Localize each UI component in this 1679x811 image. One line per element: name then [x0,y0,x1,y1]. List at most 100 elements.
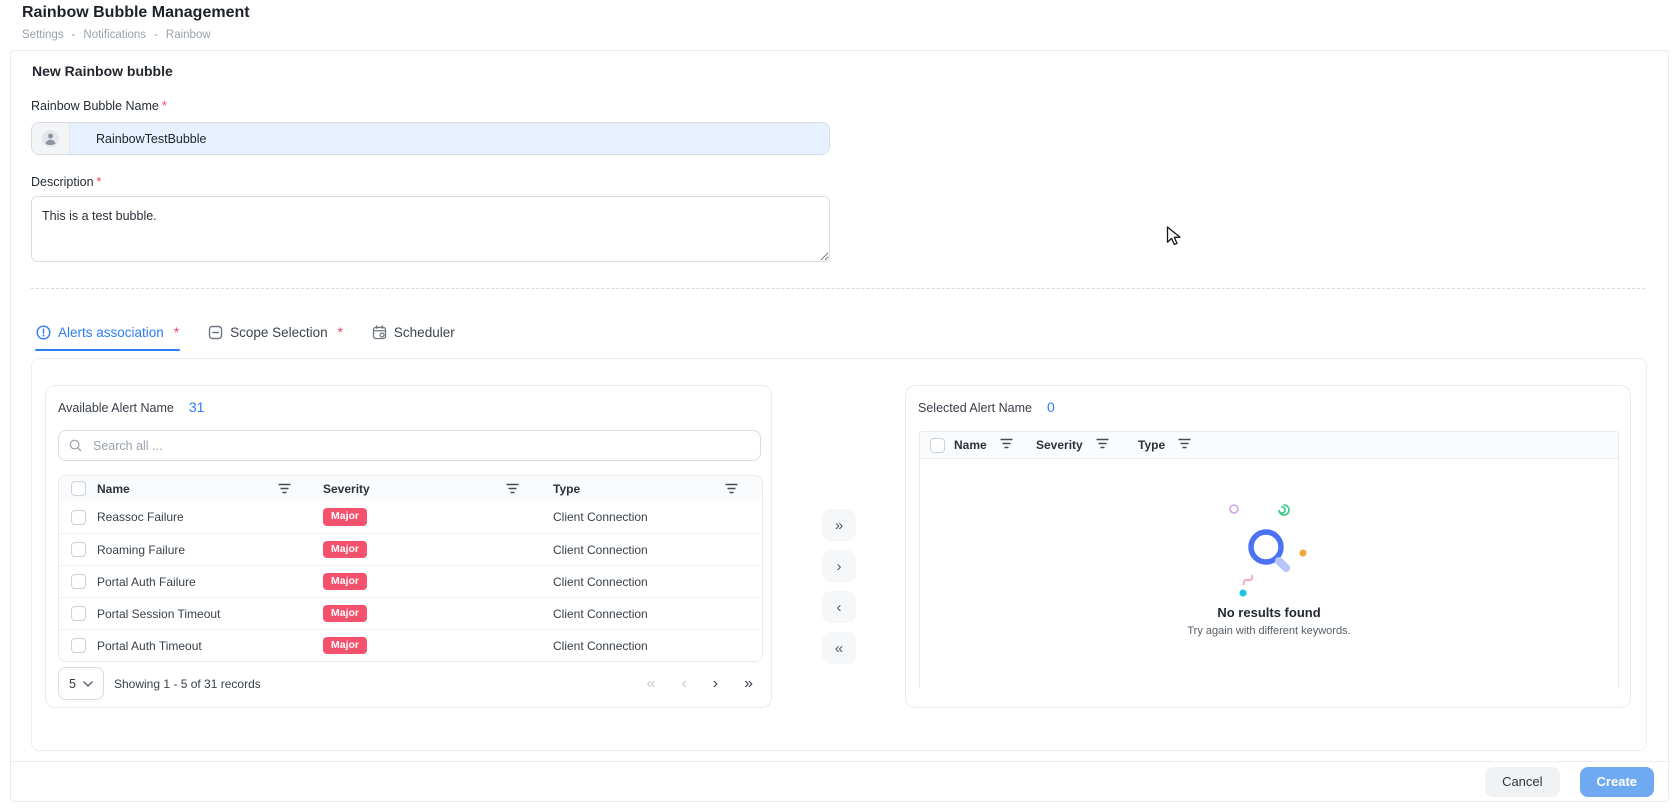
alert-name: Roaming Failure [97,543,315,557]
empty-state-subtitle: Try again with different keywords. [1187,625,1350,637]
alert-circle-icon [36,325,51,340]
transfer-controls: » › ‹ « [822,509,856,664]
row-checkbox[interactable] [71,638,86,653]
move-all-left-button[interactable]: « [822,632,856,664]
empty-state-title: No results found [1217,605,1320,620]
form-icon [208,325,223,340]
severity-badge: Major [323,637,367,655]
available-count: 31 [189,399,205,415]
next-page-button[interactable]: › [713,676,718,692]
alert-type: Client Connection [543,639,762,653]
breadcrumb-settings[interactable]: Settings [22,29,64,41]
selected-alerts-table: Name Severity Type [919,431,1619,690]
description-field-label: Description* [31,175,101,189]
move-left-button[interactable]: ‹ [822,591,856,623]
row-checkbox[interactable] [71,510,86,525]
severity-badge: Major [323,541,367,559]
page-header: Rainbow Bubble Management Settings - Not… [22,4,250,41]
row-checkbox[interactable] [71,606,86,621]
required-asterisk: * [174,325,179,340]
rainbow-bubble-name-input[interactable] [70,123,829,154]
new-rainbow-bubble-card: New Rainbow bubble Rainbow Bubble Name* … [10,50,1669,802]
severity-badge: Major [323,605,367,623]
search-box [58,430,761,461]
alert-name: Portal Auth Failure [97,575,315,589]
name-input-group [31,122,830,155]
pagination: 5 Showing 1 - 5 of 31 records « ‹ › » [58,667,761,700]
alert-type: Client Connection [543,575,762,589]
tab-label: Scheduler [394,325,455,340]
person-icon [41,129,60,148]
breadcrumb-notifications[interactable]: Notifications [83,29,146,41]
page-title: Rainbow Bubble Management [22,4,250,22]
alerts-association-panel: Available Alert Name 31 Name Severity Ty… [31,358,1647,751]
move-all-right-button[interactable]: » [822,509,856,541]
select-all-checkbox[interactable] [930,438,945,453]
tab-label: Alerts association [58,325,164,340]
filter-icon[interactable] [1178,438,1191,452]
alert-name: Reassoc Failure [97,510,315,524]
name-input-addon [32,123,70,154]
column-header-severity: Severity [323,482,370,496]
column-header-name: Name [97,482,130,496]
filter-icon[interactable] [1096,438,1109,452]
alert-type: Client Connection [543,543,762,557]
breadcrumb-separator: - [72,29,76,41]
breadcrumb-rainbow[interactable]: Rainbow [166,29,211,41]
select-all-checkbox[interactable] [71,481,86,496]
section-divider [31,288,1645,289]
alert-name: Portal Auth Timeout [97,639,315,653]
cancel-button[interactable]: Cancel [1485,767,1559,797]
create-button[interactable]: Create [1580,767,1654,797]
calendar-gear-icon [372,325,387,340]
breadcrumb: Settings - Notifications - Rainbow [22,29,250,41]
filter-icon[interactable] [1000,438,1013,452]
table-row: Reassoc Failure Major Client Connection [59,501,762,533]
name-field-label: Rainbow Bubble Name* [31,99,167,113]
table-header-row: Name Severity Type [59,476,762,501]
available-title: Available Alert Name [58,401,174,415]
tab-bar: Alerts association * Scope Selection * S… [35,319,466,351]
selected-count: 0 [1047,399,1055,415]
alert-type: Client Connection [543,510,762,524]
filter-icon[interactable] [506,483,519,494]
required-asterisk: * [162,99,167,113]
tab-alerts-association[interactable]: Alerts association * [35,319,180,351]
severity-badge: Major [323,508,367,526]
card-footer: Cancel Create [11,761,1668,801]
selected-title: Selected Alert Name [918,401,1032,415]
available-alerts-panel: Available Alert Name 31 Name Severity Ty… [45,385,772,708]
last-page-button[interactable]: » [744,676,753,692]
tab-scheduler[interactable]: Scheduler [371,319,466,351]
selected-alerts-panel: Selected Alert Name 0 Name Severity Type [905,385,1631,708]
alert-name: Portal Session Timeout [97,607,315,621]
column-header-name: Name [954,438,987,452]
column-header-type: Type [553,482,580,496]
table-row: Portal Session Timeout Major Client Conn… [59,597,762,629]
required-asterisk: * [97,175,102,189]
severity-badge: Major [323,573,367,591]
search-icon [69,439,82,452]
alert-type: Client Connection [543,607,762,621]
search-input[interactable] [91,438,750,454]
chevron-down-icon [83,681,93,687]
no-results-illustration [1189,489,1349,601]
table-row: Roaming Failure Major Client Connection [59,533,762,565]
card-heading: New Rainbow bubble [32,63,173,79]
move-right-button[interactable]: › [822,550,856,582]
tab-label: Scope Selection [230,325,328,340]
column-header-type: Type [1138,438,1165,452]
filter-icon[interactable] [278,483,291,494]
row-checkbox[interactable] [71,574,86,589]
breadcrumb-separator: - [154,29,158,41]
column-header-severity: Severity [1036,438,1083,452]
row-checkbox[interactable] [71,542,86,557]
previous-page-button[interactable]: ‹ [681,676,686,692]
description-textarea[interactable]: This is a test bubble. [31,196,830,262]
page-size-select[interactable]: 5 [58,667,104,700]
available-alerts-table: Name Severity Type Reassoc Failure Major… [58,475,763,662]
table-row: Portal Auth Timeout Major Client Connect… [59,629,762,661]
first-page-button[interactable]: « [647,676,656,692]
tab-scope-selection[interactable]: Scope Selection * [207,319,344,351]
filter-icon[interactable] [725,483,738,494]
